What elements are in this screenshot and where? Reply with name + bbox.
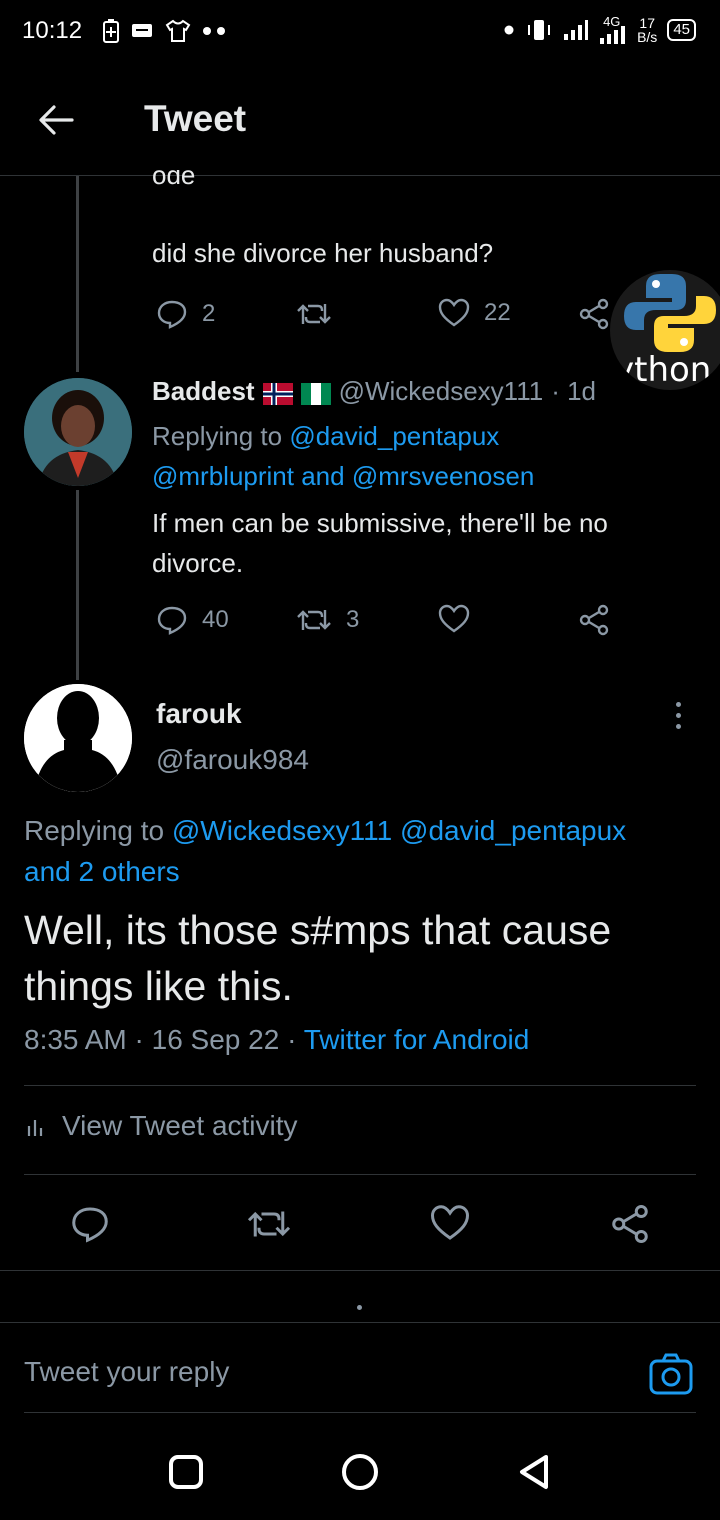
tweet-reply-like-button[interactable] [438,604,484,634]
mention-link[interactable]: @mrsveenosen [352,461,534,491]
retweet-icon [297,304,331,324]
main-tweet-time: 8:35 AM [24,1024,127,1055]
mention-link[interactable]: @david_pentapux [400,815,626,846]
thread-line-top [76,176,79,372]
divider [0,1322,720,1323]
divider [24,1174,696,1175]
main-tweet-like-button[interactable] [430,1204,470,1242]
tweet-reply-author-name[interactable]: Baddest [152,376,255,407]
divider [0,1270,720,1271]
python-logo-icon [624,274,716,352]
tweet-top-like-button[interactable]: 22 [438,298,511,328]
back-triangle-icon[interactable] [514,1452,554,1492]
tweet-reply-author-handle[interactable]: @Wickedsexy111 [339,376,544,407]
main-tweet-retweet-button[interactable] [246,1204,292,1244]
vibrate-icon [528,20,551,40]
tweet-reply-text: If men can be submissive, there'll be no… [152,508,608,578]
avatar-baddest[interactable] [24,378,132,486]
tweet-reply-retweet-count: 3 [346,606,360,633]
more-options-icon[interactable] [676,702,684,729]
reply-icon [157,606,187,635]
recent-apps-icon[interactable] [168,1454,204,1490]
share-icon [579,298,609,330]
view-tweet-activity-label: View Tweet activity [62,1110,298,1141]
network-speed: 17 B/s [637,16,657,44]
back-arrow-icon[interactable] [36,100,76,140]
retweet-icon [297,610,331,630]
view-tweet-activity-button[interactable]: View Tweet activity [24,1110,298,1142]
system-navigation-bar [0,1420,720,1520]
tweet-reply-reply-count: 40 [202,606,229,633]
python-logo-text: ython [614,350,712,390]
speed-unit: B/s [637,29,658,45]
battery-saver-icon [103,19,119,43]
signal-icon-2 [600,26,626,44]
main-tweet-meta: 8:35 AM · 16 Sep 22 · Twitter for Androi… [24,1024,530,1055]
tweet-top-text: did she divorce her husband? [152,238,494,268]
main-tweet-share-button[interactable] [610,1204,650,1244]
message-icon [132,24,152,37]
battery-indicator: 45 [667,19,696,41]
more-dots-icon [203,27,225,35]
share-icon [579,604,609,636]
retweet-icon [247,1211,291,1237]
tweet-reply-time: · 1d [551,376,597,406]
main-tweet-source[interactable]: Twitter for Android [304,1024,530,1055]
tweet-reply-input[interactable]: Tweet your reply [24,1356,229,1388]
top-app-bar: Tweet [0,64,720,176]
share-icon [612,1205,648,1243]
reply-icon [72,1207,108,1243]
avatar-farouk-image [24,684,132,792]
tweet-reply-reply-button[interactable]: 40 [156,604,229,636]
tweet-reply-retweet-button[interactable]: 3 [296,604,359,636]
page-title: Tweet [144,98,247,139]
main-tweet-replying-to: Replying to @Wickedsexy111 @david_pentap… [24,810,684,892]
main-tweet-text: Well, its those s#mps that cause things … [24,907,612,1009]
speed-value: 17 [639,15,655,31]
main-tweet-reply-button[interactable] [70,1204,110,1244]
heart-icon [438,298,470,327]
heart-icon [438,604,470,633]
main-tweet-author-handle[interactable]: @farouk984 [156,744,309,776]
tweet-top-like-count: 22 [484,299,511,326]
dot-icon [504,25,514,35]
tweet-reply-author-line: Baddest @Wickedsexy111 · 1d [152,376,596,407]
status-notification-icons [102,18,226,44]
main-tweet-author-name[interactable]: farouk [156,698,242,730]
tweet-top-reply-button[interactable]: 2 [156,298,215,330]
signal-icon [564,20,589,40]
tweet-reply-share-button[interactable] [578,604,610,636]
thread-line-middle [76,490,79,680]
bar-chart-icon [27,1120,43,1136]
divider [24,1085,696,1086]
others-link[interactable]: and 2 others [24,856,180,887]
status-time: 10:12 [22,17,83,44]
python-logo-overlay: ython [610,270,720,390]
norway-flag-icon [262,381,293,405]
tweet-top-share-button[interactable] [578,298,610,330]
tweet-reply-replying-to: Replying to @david_pentapux @mrbluprint … [152,416,692,496]
network-4g: 4G [599,14,627,44]
replying-to-label: Replying to [152,421,283,451]
home-icon[interactable] [340,1452,380,1492]
replying-and-label: and [301,461,345,491]
avatar-baddest-image [24,378,132,486]
loading-dot [357,1305,362,1310]
status-system-icons: 4G 17 B/s 45 [503,14,696,44]
tweet-top-retweet-button[interactable] [296,298,346,330]
mention-link[interactable]: @Wickedsexy111 [172,815,392,846]
heart-icon [430,1205,470,1240]
divider [24,1412,696,1413]
mention-link[interactable]: @david_pentapux [289,421,499,451]
status-bar: 10:12 4G 17 B/s 45 [0,0,720,64]
mention-link[interactable]: @mrbluprint [152,461,294,491]
nigeria-flag-icon [300,381,331,405]
main-tweet-date: 16 Sep 22 [151,1024,280,1055]
replying-to-label: Replying to [24,815,165,846]
reply-icon [157,300,187,329]
tweet-top-reply-count: 2 [202,300,216,327]
camera-icon[interactable] [648,1352,694,1398]
avatar-farouk[interactable] [24,684,132,792]
shirt-icon [165,19,191,42]
